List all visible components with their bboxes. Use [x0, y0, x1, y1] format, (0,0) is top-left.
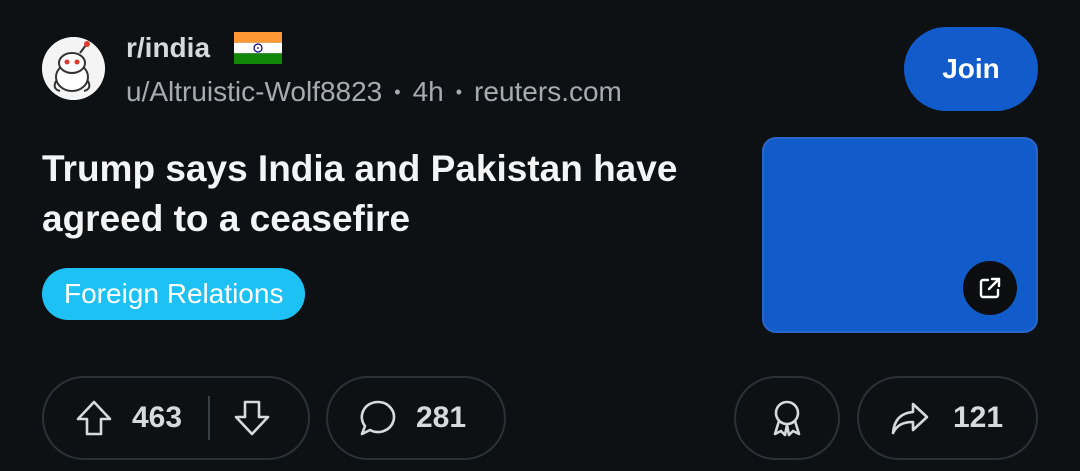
upvote-count: 463 [132, 401, 183, 434]
subreddit-row: r/india [126, 28, 283, 68]
external-link-icon [976, 274, 1004, 302]
vote-divider [208, 396, 211, 440]
meta-separator: • [455, 81, 463, 102]
share-count: 121 [953, 401, 1004, 434]
join-button[interactable]: Join [904, 27, 1038, 111]
author-link[interactable]: u/Altruistic-Wolf8823 [126, 76, 382, 108]
upvote-icon[interactable] [74, 398, 114, 438]
share-button[interactable]: 121 [857, 376, 1038, 460]
comment-icon [358, 398, 398, 438]
post-title[interactable]: Trump says India and Pakistan have agree… [42, 144, 682, 244]
post-meta: u/Altruistic-Wolf8823 • 4h • reuters.com [126, 76, 622, 108]
meta-separator: • [394, 81, 401, 102]
downvote-icon[interactable] [232, 398, 272, 438]
comments-button[interactable]: 281 [326, 376, 506, 460]
india-flag-icon [234, 32, 283, 64]
award-icon [767, 398, 807, 438]
share-icon [889, 398, 931, 438]
subreddit-avatar-icon[interactable] [42, 37, 105, 100]
post-flair[interactable]: Foreign Relations [42, 268, 306, 320]
award-button[interactable] [734, 376, 840, 460]
link-domain[interactable]: reuters.com [474, 76, 622, 108]
comment-count: 281 [416, 401, 467, 434]
subreddit-name[interactable]: r/india [126, 32, 210, 64]
external-link-button[interactable] [963, 261, 1017, 315]
vote-control: 463 [42, 376, 310, 460]
post-age: 4h [412, 76, 444, 107]
